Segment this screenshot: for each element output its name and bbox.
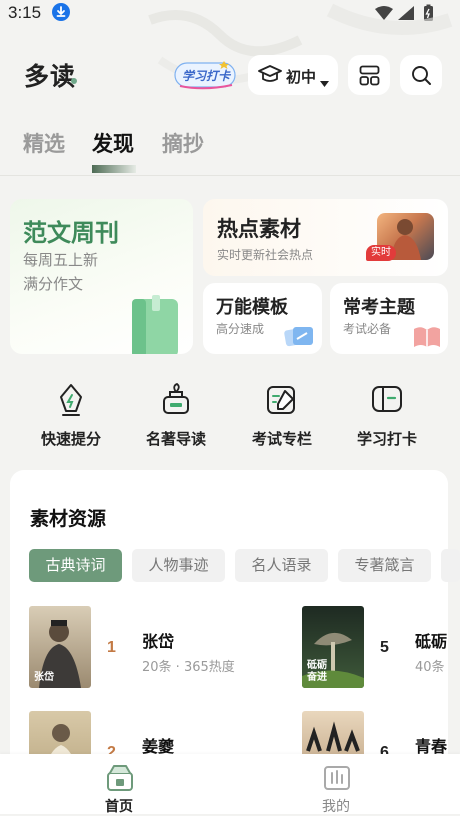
quick-action-boost[interactable]: 快速提分	[26, 383, 116, 453]
item-name: 砥砺	[415, 632, 448, 651]
item-thumbnail-caption: 砥砺 奋进	[307, 660, 327, 683]
search-icon	[411, 65, 432, 90]
search-button[interactable]	[400, 55, 442, 95]
hot-topics-subtitle: 实时更新社会热点	[217, 248, 314, 262]
quick-action-boost-label: 快速提分	[40, 430, 101, 448]
hot-topics-card[interactable]: 热点素材 实时更新社会热点 实时	[203, 199, 448, 276]
common-topics-card[interactable]: 常考主题 考试必备	[330, 283, 448, 354]
tab-discover[interactable]: 发现	[92, 128, 134, 158]
list-item[interactable]: 张岱 1 张岱 20条 · 365热度	[29, 606, 279, 688]
bottom-nav: 首页 我的	[0, 754, 460, 815]
list-item[interactable]: 2 姜夔	[29, 711, 279, 754]
chip-quotes[interactable]: 名人语录	[235, 549, 328, 582]
item-thumbnail: 砥砺 奋进	[302, 606, 364, 688]
item-meta: 40条	[415, 660, 445, 675]
quick-action-classics[interactable]: 名著导读	[131, 383, 221, 453]
checkin-card-icon	[372, 386, 402, 412]
nav-mine[interactable]: 我的	[307, 754, 367, 815]
item-rank: 5	[380, 639, 389, 656]
weekly-essays-title: 范文周刊	[23, 218, 119, 247]
grade-selector[interactable]: 初中	[248, 55, 338, 95]
tab-featured[interactable]: 精选	[23, 128, 65, 158]
checkin-badge[interactable]: 学习打卡	[174, 60, 238, 90]
green-book-icon	[128, 293, 184, 354]
nav-mine-label: 我的	[322, 799, 350, 815]
item-rank: 1	[107, 639, 116, 656]
graduation-cap-icon	[258, 65, 282, 89]
item-thumbnail-caption: 张岱	[34, 672, 54, 683]
status-time: 3:15	[8, 3, 42, 22]
item-thumbnail: 张岱	[29, 606, 91, 688]
item-name: 姜夔	[142, 737, 175, 754]
quick-action-checkin[interactable]: 学习打卡	[342, 383, 432, 453]
item-thumbnail	[302, 711, 364, 754]
quick-action-exams[interactable]: 考试专栏	[237, 383, 327, 453]
open-book-icon	[412, 325, 442, 353]
layout-icon	[359, 65, 380, 90]
quick-action-exams-label: 考试专栏	[251, 430, 312, 448]
common-topics-subtitle: 考试必备	[343, 322, 392, 336]
tab-divider	[0, 175, 460, 176]
weekly-essays-line1: 每周五上新	[23, 251, 99, 269]
edit-note-icon	[267, 386, 295, 414]
common-topics-title: 常考主题	[343, 297, 415, 318]
weekly-essays-line2: 满分作文	[23, 275, 84, 293]
download-icon	[52, 3, 70, 21]
ink-bottle-icon	[163, 383, 189, 414]
item-rank: 2	[107, 744, 116, 754]
chip-maxims[interactable]: 专著箴言	[338, 549, 431, 582]
tab-excerpts[interactable]: 摘抄	[162, 128, 204, 158]
templates-title: 万能模板	[216, 297, 288, 318]
templates-subtitle: 高分速成	[216, 322, 265, 336]
item-name: 青春	[415, 737, 448, 754]
live-tag: 实时	[366, 245, 396, 261]
layout-button[interactable]	[348, 55, 390, 95]
tab-indicator	[92, 165, 136, 173]
template-cards-icon	[283, 323, 315, 353]
weekly-essays-card[interactable]: 范文周刊 每周五上新 满分作文	[10, 199, 193, 354]
list-item[interactable]: 砥砺 奋进 5 砥砺 40条	[302, 606, 460, 688]
quick-action-checkin-label: 学习打卡	[356, 430, 417, 448]
item-name: 张岱	[142, 632, 175, 651]
quick-action-classics-label: 名著导读	[145, 430, 206, 448]
logo-dot	[71, 78, 77, 84]
chip-more[interactable]	[441, 549, 460, 582]
caret-down-icon	[320, 72, 329, 91]
resources-title: 素材资源	[30, 508, 107, 530]
home-icon	[106, 764, 134, 796]
hot-topics-title: 热点素材	[217, 216, 301, 241]
item-thumbnail	[29, 711, 91, 754]
list-item[interactable]: 6 青春	[302, 711, 460, 754]
item-rank: 6	[380, 744, 389, 754]
grade-label: 初中	[286, 68, 317, 86]
bookshelf-icon	[323, 764, 351, 796]
templates-card[interactable]: 万能模板 高分速成	[203, 283, 322, 354]
nav-home-label: 首页	[105, 799, 133, 815]
pen-nib-icon	[60, 384, 82, 416]
app-logo: 多读	[24, 62, 77, 91]
checkin-badge-label: 学习打卡	[182, 69, 231, 83]
chip-figures[interactable]: 人物事迹	[132, 549, 225, 582]
chip-classical-poetry[interactable]: 古典诗词	[29, 549, 122, 582]
nav-home[interactable]: 首页	[90, 754, 150, 815]
item-meta: 20条 · 365热度	[142, 660, 235, 675]
